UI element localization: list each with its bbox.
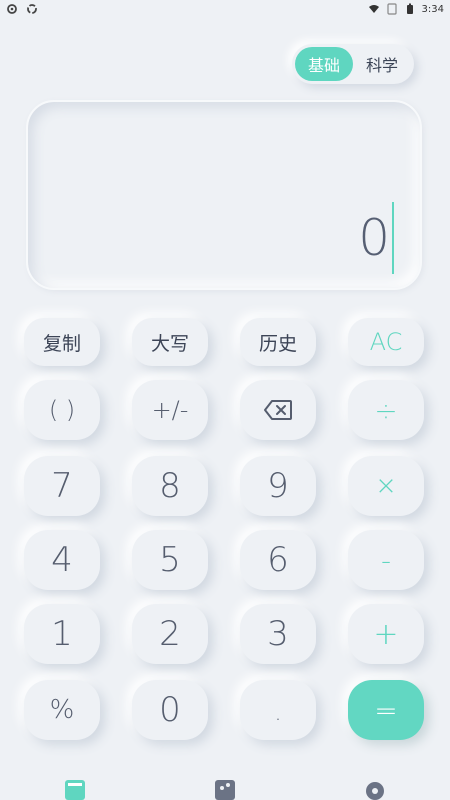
digit-9-button[interactable]: 9 — [240, 456, 316, 516]
status-time: 3:34 — [421, 3, 444, 15]
history-button[interactable]: 历史 — [240, 318, 316, 366]
display-value: 0 — [358, 209, 390, 267]
clear-button[interactable]: AC — [348, 318, 424, 366]
status-right: 3:34 — [368, 3, 444, 15]
digit-5-button[interactable]: 5 — [132, 530, 208, 590]
minus-button[interactable]: - — [348, 530, 424, 590]
plus-button[interactable]: + — [348, 604, 424, 664]
settings-icon[interactable] — [364, 776, 386, 800]
share-icon[interactable] — [214, 776, 236, 800]
copy-button[interactable]: 复制 — [24, 318, 100, 366]
mode-science-button[interactable]: 科学 — [353, 47, 411, 81]
divide-button[interactable]: ÷ — [348, 380, 424, 440]
text-cursor — [392, 202, 394, 274]
sim-icon — [386, 3, 398, 15]
wifi-icon — [368, 3, 380, 15]
display-panel[interactable]: 0 — [26, 100, 422, 290]
multiply-button[interactable]: × — [348, 456, 424, 516]
status-left — [6, 3, 38, 15]
backspace-button[interactable] — [240, 380, 316, 440]
mode-basic-button[interactable]: 基础 — [295, 47, 353, 81]
backspace-icon — [263, 399, 293, 421]
status-bar: 3:34 — [0, 0, 450, 18]
bottom-nav — [0, 776, 450, 800]
calculator-icon[interactable] — [64, 776, 86, 800]
battery-icon — [404, 3, 416, 15]
decimal-button[interactable]: . — [240, 680, 316, 740]
mode-toggle: 基础 科学 — [292, 44, 414, 84]
uppercase-button[interactable]: 大写 — [132, 318, 208, 366]
calculator-screen: 3:34 基础 科学 0 复制 大写 历史 AC ( ) +/- ÷ 7 8 9… — [0, 0, 450, 800]
digit-2-button[interactable]: 2 — [132, 604, 208, 664]
equals-button[interactable]: = — [348, 680, 424, 740]
digit-8-button[interactable]: 8 — [132, 456, 208, 516]
digit-4-button[interactable]: 4 — [24, 530, 100, 590]
percent-button[interactable]: % — [24, 680, 100, 740]
digit-3-button[interactable]: 3 — [240, 604, 316, 664]
digit-1-button[interactable]: 1 — [24, 604, 100, 664]
sync-icon — [26, 3, 38, 15]
parentheses-button[interactable]: ( ) — [24, 380, 100, 440]
digit-7-button[interactable]: 7 — [24, 456, 100, 516]
digit-6-button[interactable]: 6 — [240, 530, 316, 590]
sign-toggle-button[interactable]: +/- — [132, 380, 208, 440]
display-value-wrap: 0 — [358, 202, 394, 274]
notification-icon — [6, 3, 18, 15]
digit-0-button[interactable]: 0 — [132, 680, 208, 740]
